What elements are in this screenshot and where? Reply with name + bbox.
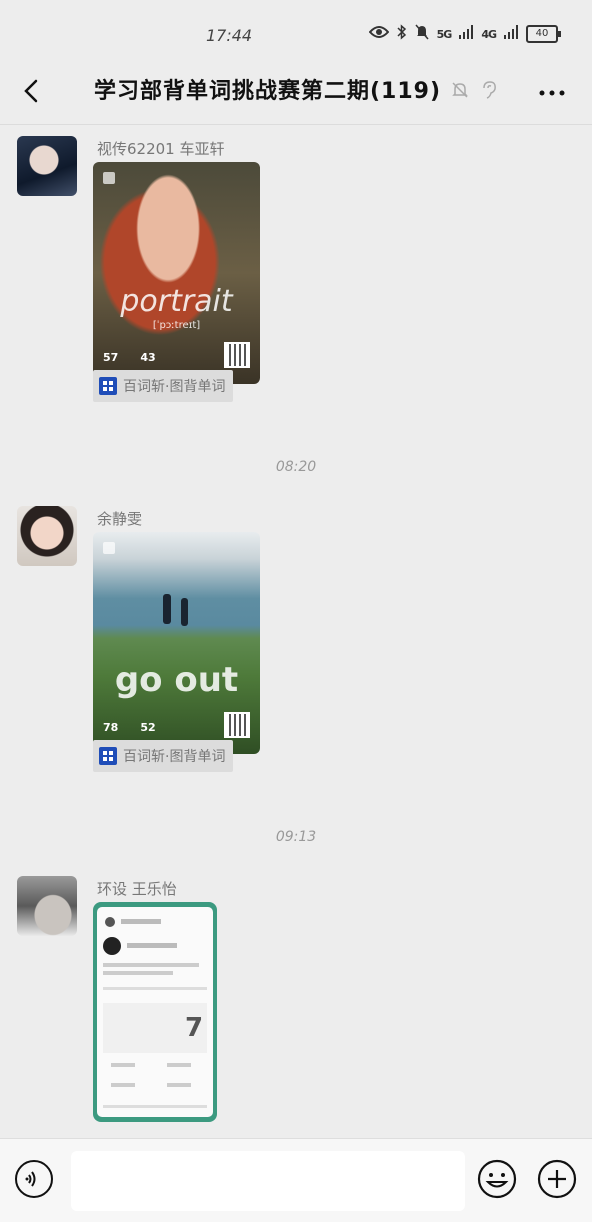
- word-card-image[interactable]: portrait [ˈpɔːtreɪt] 57 43: [93, 162, 260, 384]
- source-link[interactable]: 百词斩·图背单词: [93, 370, 234, 402]
- avatar[interactable]: [17, 136, 77, 196]
- emoji-button[interactable]: [477, 1159, 517, 1199]
- mute-bell-icon: [415, 24, 429, 44]
- status-time: 17:44: [206, 26, 253, 45]
- voice-input-button[interactable]: [15, 1160, 53, 1198]
- mute-icon: [450, 80, 470, 104]
- source-link[interactable]: 百词斩·图背单词: [93, 740, 234, 772]
- day-number: 7: [185, 1013, 204, 1043]
- screenshot-image[interactable]: 7: [93, 902, 217, 1122]
- avatar[interactable]: [17, 876, 77, 936]
- source-label: 百词斩·图背单词: [123, 379, 226, 395]
- signal-5g-icon: 5G: [436, 27, 453, 41]
- word-card-image[interactable]: go out 78 52: [93, 532, 260, 754]
- header-divider: [0, 124, 592, 125]
- sender-name: 视传62201 车亚轩: [97, 140, 225, 158]
- signal-bars-icon: [459, 25, 474, 43]
- card-stat: 78: [103, 721, 119, 734]
- placeholder-line: [103, 963, 199, 967]
- signal-4g-icon: 4G: [481, 27, 497, 41]
- baicizhan-logo-icon: [99, 377, 117, 395]
- card-word: portrait: [120, 284, 233, 319]
- placeholder-line: [121, 919, 161, 924]
- card-stat: 52: [140, 721, 156, 734]
- chevron-left-icon: [24, 79, 38, 103]
- smiley-icon: [477, 1159, 517, 1199]
- more-actions-button[interactable]: [537, 1159, 577, 1199]
- card-phonetic: [ˈpɔːtreɪt]: [152, 320, 201, 331]
- placeholder-line: [103, 971, 173, 975]
- card-logo: [103, 172, 115, 184]
- battery-icon: 40: [526, 25, 561, 43]
- message-composer: [0, 1138, 592, 1222]
- placeholder-line: [111, 1083, 135, 1087]
- baicizhan-logo-icon: [99, 747, 117, 765]
- sender-name: 环设 王乐怡: [97, 880, 177, 898]
- ear-icon: [480, 80, 498, 104]
- qr-code-icon: [224, 342, 250, 368]
- placeholder-line: [103, 1105, 207, 1108]
- card-stat: 57: [103, 351, 119, 364]
- eye-icon: [368, 25, 389, 43]
- placeholder-line: [167, 1083, 191, 1087]
- placeholder-line: [103, 987, 207, 990]
- placeholder-line: [111, 1063, 135, 1067]
- card-stat: 43: [140, 351, 156, 364]
- avatar[interactable]: [17, 506, 77, 566]
- source-label: 百词斩·图背单词: [123, 749, 226, 765]
- back-button[interactable]: [18, 76, 48, 106]
- chat-title: 学习部背单词挑战赛第二期(119): [94, 79, 442, 104]
- app-icon: [105, 917, 115, 927]
- time-separator: 08:20: [275, 459, 317, 475]
- sender-name: 余静雯: [97, 510, 143, 528]
- figure-shape: [163, 594, 171, 624]
- more-options-button[interactable]: [538, 84, 566, 97]
- voice-icon: [25, 1171, 36, 1187]
- status-icons: 5G 4G 40: [368, 24, 561, 44]
- screenshot-content: 7: [97, 907, 213, 1117]
- bluetooth-icon: [397, 24, 407, 44]
- card-logo: [103, 542, 115, 554]
- signal-bars-icon: [504, 25, 518, 43]
- placeholder-line: [127, 943, 177, 948]
- card-word: go out: [114, 660, 239, 700]
- user-avatar: [103, 937, 121, 955]
- chat-header: 学习部背单词挑战赛第二期(119): [0, 58, 592, 124]
- card-stats: 78 52: [103, 721, 156, 734]
- qr-code-icon: [224, 712, 250, 738]
- more-dots-icon: [539, 90, 565, 96]
- placeholder-line: [167, 1063, 191, 1067]
- message-input[interactable]: [71, 1151, 465, 1211]
- figure-shape: [181, 598, 188, 626]
- plus-icon: [537, 1159, 577, 1199]
- time-separator: 09:13: [275, 829, 317, 845]
- card-stats: 57 43: [103, 351, 156, 364]
